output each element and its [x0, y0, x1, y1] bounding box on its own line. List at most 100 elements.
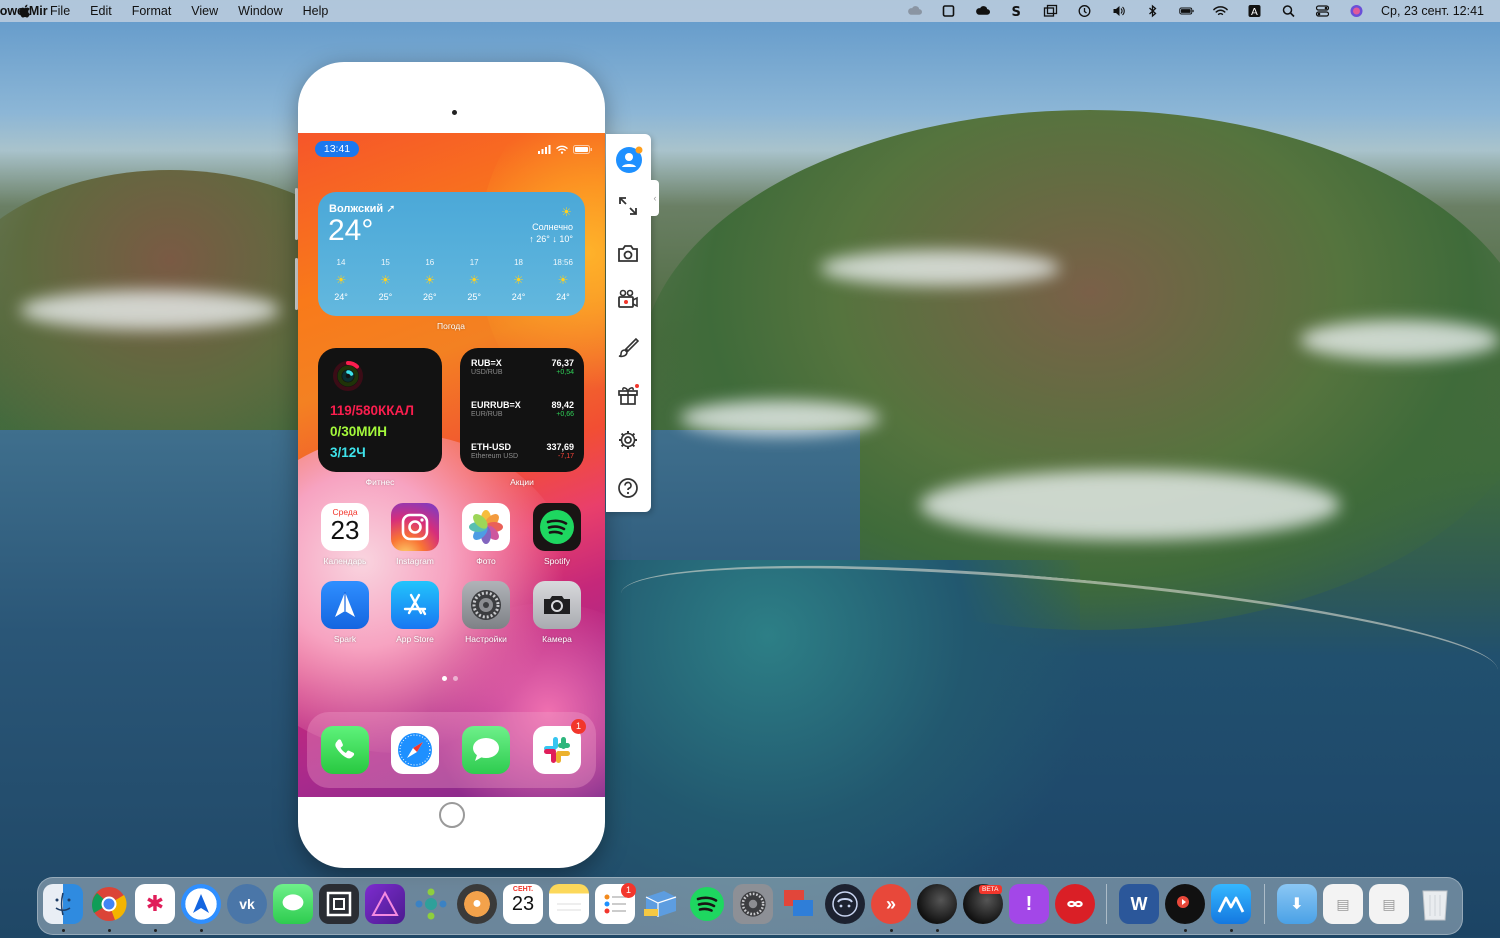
bird-icon: ● [472, 895, 482, 913]
square-icon[interactable] [940, 4, 956, 18]
windows-icon[interactable] [1042, 4, 1058, 18]
messages-dock-icon[interactable] [273, 884, 313, 924]
trash-can-icon [1420, 886, 1450, 922]
chrome-icon[interactable] [89, 884, 129, 924]
menu-format[interactable]: Format [132, 4, 172, 18]
instagram-app[interactable] [391, 503, 439, 551]
slack-dock-icon[interactable]: ✱ [135, 884, 175, 924]
notes-icon[interactable] [549, 884, 589, 924]
remote-desktop-icon[interactable]: » [871, 884, 911, 924]
screenshot-button[interactable] [617, 242, 639, 264]
sourcetree-icon[interactable] [411, 884, 451, 924]
phone-app[interactable] [321, 726, 369, 774]
icloud-icon[interactable] [974, 4, 990, 18]
menu-help[interactable]: Help [303, 4, 329, 18]
spotify-app[interactable] [533, 503, 581, 551]
stock-change: +0,54 [556, 369, 574, 376]
stocks-widget[interactable]: RUB=XUSD/RUB76,37+0,54 EURRUB=XEUR/RUB89… [460, 348, 584, 472]
draw-button[interactable] [617, 336, 639, 358]
siri-icon[interactable] [1348, 4, 1364, 18]
spark-app[interactable] [321, 581, 369, 629]
feedback-icon[interactable]: ! [1009, 884, 1049, 924]
download-arrow-icon: ⬇ [1290, 894, 1303, 914]
spotify-dock-icon[interactable] [687, 884, 727, 924]
tweetbot-icon[interactable]: ● [457, 884, 497, 924]
word-icon[interactable]: W [1119, 884, 1159, 924]
dark-app-icon[interactable] [917, 884, 957, 924]
search-icon[interactable] [1280, 4, 1296, 18]
menu-file[interactable]: File [50, 4, 70, 18]
messages-app[interactable] [462, 726, 510, 774]
calendar-app[interactable]: Среда 23 [321, 503, 369, 551]
slack-app[interactable] [533, 726, 581, 774]
vk-icon[interactable]: vk [227, 884, 267, 924]
app-label: App Store [380, 634, 450, 644]
input-source-icon[interactable]: A [1246, 4, 1262, 18]
running-indicator [200, 929, 203, 932]
menu-window[interactable]: Window [238, 4, 282, 18]
spark-dock-icon[interactable] [181, 884, 221, 924]
volume-icon[interactable] [1110, 4, 1126, 18]
time-machine-icon[interactable] [1076, 4, 1092, 18]
gift-button[interactable] [617, 384, 639, 406]
cloud-icon[interactable] [906, 4, 922, 18]
mirror-logo-icon [1217, 892, 1245, 916]
recent-file-icon[interactable]: ▤ [1323, 884, 1363, 924]
photos-app[interactable] [462, 503, 510, 551]
cc-loop-icon [1062, 891, 1088, 917]
sun-icon: ☀ [326, 273, 356, 287]
bluetooth-icon[interactable] [1144, 4, 1160, 18]
affinity-photo-icon[interactable] [365, 884, 405, 924]
screen-recorder-icon[interactable] [1165, 884, 1205, 924]
account-button[interactable] [615, 146, 643, 174]
help-button[interactable] [617, 477, 639, 499]
fitness-stand: 3/12Ч [330, 445, 366, 460]
page-indicator[interactable] [442, 676, 458, 681]
calendar-dock-icon[interactable]: СЕНТ. 23 [503, 884, 543, 924]
camera-app[interactable] [533, 581, 581, 629]
s-script-icon[interactable]: S [1008, 4, 1024, 18]
stocks-caption: Акции [482, 477, 562, 487]
fitness-widget[interactable]: 119/580ККАЛ 0/30МИН 3/12Ч [318, 348, 442, 472]
battery-icon[interactable] [1178, 4, 1194, 18]
screens-icon[interactable] [779, 884, 819, 924]
apowermirror-icon[interactable] [1211, 884, 1251, 924]
system-preferences-icon[interactable] [733, 884, 773, 924]
app-store-icon [399, 589, 431, 621]
window-manager-icon[interactable] [319, 884, 359, 924]
forecast-temp: 25° [459, 292, 489, 302]
recent-file-icon[interactable]: ▤ [1369, 884, 1409, 924]
menu-view[interactable]: View [191, 4, 218, 18]
finder-icon[interactable] [43, 884, 83, 924]
running-indicator [1230, 929, 1233, 932]
menu-clock[interactable]: Ср, 23 сент. 12:41 [1381, 4, 1484, 18]
app-store-app[interactable] [391, 581, 439, 629]
menu-app-name[interactable]: ApowerMirror [0, 0, 48, 35]
sun-icon: ☀ [504, 273, 534, 287]
play-icon [1175, 894, 1195, 914]
downloads-folder-icon[interactable]: ⬇ [1277, 884, 1317, 924]
settings-app[interactable] [462, 581, 510, 629]
home-button[interactable] [439, 802, 465, 828]
app-label: Instagram [380, 556, 450, 566]
settings-button[interactable] [617, 429, 639, 451]
record-button[interactable] [617, 288, 639, 310]
transmit-icon[interactable] [641, 884, 681, 924]
trash-icon[interactable] [1415, 884, 1455, 924]
alfred-icon[interactable] [825, 884, 865, 924]
collapse-chevron-icon[interactable]: ‹ [651, 180, 659, 216]
weather-widget[interactable]: Волжский ➚ 24° ☀ Солнечно ↑ 26° ↓ 10° 14… [318, 192, 585, 316]
safari-app[interactable] [391, 726, 439, 774]
weather-temp: 24° [328, 214, 373, 248]
weather-range: ↑ 26° ↓ 10° [529, 234, 573, 244]
control-center-icon[interactable] [1314, 4, 1330, 18]
slack-glyph-icon: ✱ [146, 891, 164, 917]
stock-price: 76,37 [551, 358, 574, 368]
stock-change: +0,66 [556, 411, 574, 418]
fullscreen-button[interactable] [617, 195, 639, 217]
adobe-cc-icon[interactable] [1055, 884, 1095, 924]
compass-icon [395, 730, 435, 770]
wifi-icon[interactable] [1212, 4, 1228, 18]
menu-edit[interactable]: Edit [90, 4, 112, 18]
message-bubble-icon [470, 735, 502, 765]
